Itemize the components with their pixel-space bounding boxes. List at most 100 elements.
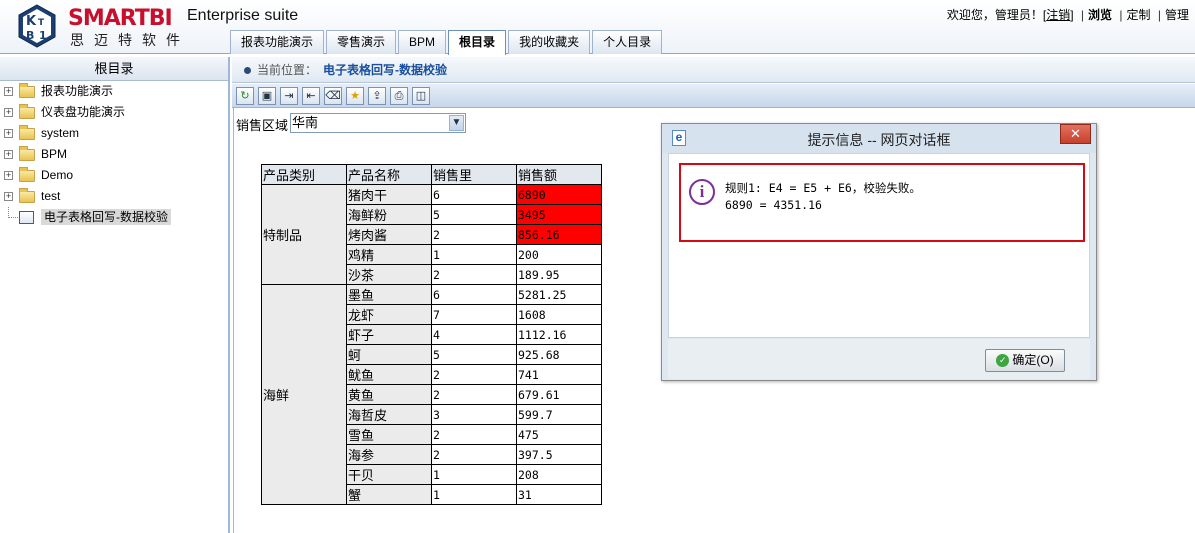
region-select[interactable]: 华南 ▼ <box>290 113 466 133</box>
amount-cell[interactable]: 208 <box>516 464 602 485</box>
product-name-cell: 鱿鱼 <box>346 364 432 385</box>
folder-icon <box>19 188 35 203</box>
product-name-cell: 蚵 <box>346 344 432 365</box>
brand-logo-text: SMARTBI <box>68 6 173 31</box>
expand-icon[interactable]: + <box>4 129 13 138</box>
quantity-cell[interactable]: 6 <box>431 284 517 305</box>
quantity-cell[interactable]: 5 <box>431 204 517 225</box>
product-name-cell: 虾子 <box>346 324 432 345</box>
preview-icon[interactable]: ◫ <box>412 87 430 105</box>
quantity-cell[interactable]: 2 <box>431 224 517 245</box>
amount-cell[interactable]: 1112.16 <box>516 324 602 345</box>
tab-bpm[interactable]: BPM <box>398 30 447 54</box>
export-icon[interactable]: ⇪ <box>368 87 386 105</box>
amount-cell-error[interactable]: 3495 <box>516 204 602 225</box>
amount-cell[interactable]: 741 <box>516 364 602 385</box>
tree-item-label: BPM <box>41 147 68 161</box>
column-header: 产品类别 <box>261 164 347 185</box>
product-name-cell: 沙茶 <box>346 264 432 285</box>
amount-cell[interactable]: 5281.25 <box>516 284 602 305</box>
region-param-label: 销售区域 <box>236 118 289 133</box>
ok-button[interactable]: ✓ 确定(O) <box>985 349 1065 372</box>
tree-item-test[interactable]: + test <box>0 186 228 207</box>
quantity-cell[interactable]: 2 <box>431 384 517 405</box>
column-header: 销售里 <box>431 164 517 185</box>
tab-retail-demo[interactable]: 零售演示 <box>326 30 397 54</box>
insert-row-icon[interactable]: ⇥ <box>280 87 298 105</box>
amount-cell-error[interactable]: 856.16 <box>516 224 602 245</box>
tree-item-dashboard-demo[interactable]: + 仪表盘功能演示 <box>0 102 228 123</box>
tree-item-selected-report[interactable]: 电子表格回写-数据校验 <box>0 207 228 228</box>
quantity-cell[interactable]: 2 <box>431 444 517 465</box>
expand-icon[interactable]: + <box>4 192 13 201</box>
amount-cell[interactable]: 475 <box>516 424 602 445</box>
tree-item-label: 电子表格回写-数据校验 <box>41 209 171 225</box>
close-button[interactable]: ✕ <box>1060 124 1091 144</box>
panel-divider[interactable] <box>233 108 234 533</box>
quantity-cell[interactable]: 1 <box>431 464 517 485</box>
quantity-cell[interactable]: 1 <box>431 484 517 505</box>
save-icon[interactable]: ▣ <box>258 87 276 105</box>
amount-cell[interactable]: 189.95 <box>516 264 602 285</box>
tab-favorites[interactable]: 我的收藏夹 <box>508 30 591 54</box>
spreadsheet-report-icon <box>19 211 34 224</box>
product-name-cell: 墨鱼 <box>346 284 432 305</box>
product-name-cell: 雪鱼 <box>346 424 432 445</box>
refresh-icon[interactable]: ↻ <box>236 87 254 105</box>
quantity-cell[interactable]: 2 <box>431 424 517 445</box>
quantity-cell[interactable]: 5 <box>431 344 517 365</box>
tree-item-system[interactable]: + system <box>0 123 228 144</box>
amount-cell[interactable]: 1608 <box>516 304 602 325</box>
customize-link[interactable]: 定制 <box>1127 8 1151 22</box>
category-cell: 海鲜 <box>261 284 347 505</box>
folder-icon <box>19 125 35 140</box>
expand-icon[interactable]: + <box>4 171 13 180</box>
info-icon: i <box>689 179 715 205</box>
dialog-titlebar[interactable]: e 提示信息 -- 网页对话框 ✕ <box>662 124 1096 153</box>
amount-cell[interactable]: 679.61 <box>516 384 602 405</box>
delete-row-icon[interactable]: ⇤ <box>302 87 320 105</box>
quantity-cell[interactable]: 2 <box>431 264 517 285</box>
category-cell: 特制品 <box>261 184 347 285</box>
star-icon[interactable]: ★ <box>346 87 364 105</box>
folder-icon <box>19 167 35 182</box>
folder-icon <box>19 83 35 98</box>
amount-cell[interactable]: 925.68 <box>516 344 602 365</box>
product-name-cell: 干贝 <box>346 464 432 485</box>
manage-link[interactable]: 管理 <box>1165 8 1189 22</box>
bullet-icon <box>244 67 251 75</box>
svg-text:T: T <box>38 18 45 28</box>
amount-cell[interactable]: 31 <box>516 484 602 505</box>
tree-item-demo[interactable]: + Demo <box>0 165 228 186</box>
tab-root-directory[interactable]: 根目录 <box>448 30 507 55</box>
smartbi-logo-icon: K T B 1 <box>18 4 56 48</box>
amount-cell[interactable]: 397.5 <box>516 444 602 465</box>
eraser-icon[interactable]: ⌫ <box>324 87 342 105</box>
quantity-cell[interactable]: 7 <box>431 304 517 325</box>
amount-cell[interactable]: 200 <box>516 244 602 265</box>
tree-item-label: Demo <box>41 168 74 182</box>
folder-icon <box>19 104 35 119</box>
tab-personal-directory[interactable]: 个人目录 <box>592 30 663 54</box>
quantity-cell[interactable]: 4 <box>431 324 517 345</box>
quantity-cell[interactable]: 3 <box>431 404 517 425</box>
expand-icon[interactable]: + <box>4 87 13 96</box>
amount-cell[interactable]: 599.7 <box>516 404 602 425</box>
product-name-cell: 海哲皮 <box>346 404 432 425</box>
product-name-cell: 海鲜粉 <box>346 204 432 225</box>
print-icon[interactable]: ⎙ <box>390 87 408 105</box>
table-row: 特制品 猪肉干 6 6890 <box>261 184 602 285</box>
quantity-cell[interactable]: 1 <box>431 244 517 265</box>
quantity-cell[interactable]: 6 <box>431 184 517 205</box>
browse-link[interactable]: 浏览 <box>1088 8 1112 22</box>
suite-title: Enterprise suite <box>187 7 299 24</box>
amount-cell-error[interactable]: 6890 <box>516 184 602 205</box>
expand-icon[interactable]: + <box>4 150 13 159</box>
tab-report-demo[interactable]: 报表功能演示 <box>230 30 325 54</box>
expand-icon[interactable]: + <box>4 108 13 117</box>
logout-link[interactable]: 注销 <box>1046 8 1070 22</box>
tree-item-bpm[interactable]: + BPM <box>0 144 228 165</box>
quantity-cell[interactable]: 2 <box>431 364 517 385</box>
tree-item-report-demo[interactable]: + 报表功能演示 <box>0 81 228 102</box>
chevron-down-icon[interactable]: ▼ <box>449 115 464 131</box>
